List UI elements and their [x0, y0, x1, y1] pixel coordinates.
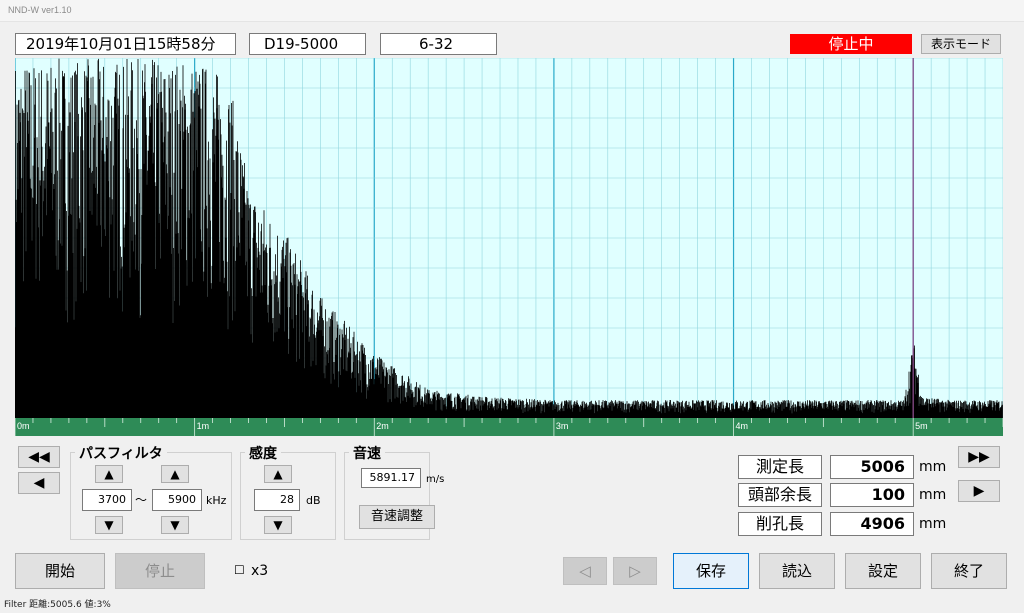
head-margin-unit: mm [919, 487, 947, 503]
load-button[interactable]: 読込 [759, 553, 835, 589]
next-button[interactable]: ▷ [613, 557, 657, 585]
bandpass-low-up-button[interactable]: ▲ [95, 465, 123, 483]
x3-checkbox[interactable]: ☐ [234, 563, 245, 577]
forward-button[interactable]: ▶ [958, 480, 1000, 502]
bandpass-high-input[interactable]: 5900 [152, 489, 202, 511]
rewind-button[interactable]: ◀ [18, 472, 60, 494]
drill-length-label: 削孔長 [738, 512, 822, 536]
distance-scale: 0m 1m 2m 3m 4m 5m [15, 418, 1003, 436]
status-badge: 停止中 [790, 34, 912, 54]
measured-length-value[interactable]: 5006 [830, 455, 914, 479]
start-button[interactable]: 開始 [15, 553, 105, 589]
x3-label: x3 [251, 563, 269, 579]
scale-tick-label: 5m [915, 421, 928, 431]
drill-length-unit: mm [919, 516, 947, 532]
waveform-chart [15, 58, 1003, 418]
window-title: NND-W ver1.10 [8, 5, 72, 15]
display-mode-button[interactable]: 表示モード [921, 34, 1001, 54]
bandpass-unit: kHz [206, 494, 227, 507]
stop-button[interactable]: 停止 [115, 553, 205, 589]
sensitivity-title: 感度 [245, 443, 281, 463]
status-bar: Filter 距離:5005.6 値:3% [4, 600, 111, 610]
drill-length-value[interactable]: 4906 [830, 512, 914, 536]
sensitivity-input[interactable]: 28 [254, 489, 300, 511]
distance-scale-svg: 0m 1m 2m 3m 4m 5m [15, 418, 1003, 436]
prev-button[interactable]: ◁ [563, 557, 607, 585]
sensitivity-up-button[interactable]: ▲ [264, 465, 292, 483]
bandpass-low-down-button[interactable]: ▼ [95, 516, 123, 534]
bandpass-tilde: ～ [135, 493, 148, 507]
scale-tick-label: 2m [376, 421, 389, 431]
scale-tick-label: 1m [197, 421, 210, 431]
head-margin-value[interactable]: 100 [830, 483, 914, 507]
scale-tick-label: 0m [17, 421, 30, 431]
sound-speed-input[interactable]: 5891.17 [361, 468, 421, 488]
sound-speed-adjust-button[interactable]: 音速調整 [359, 505, 435, 529]
sound-speed-unit: m/s [426, 474, 445, 485]
sensitivity-unit: dB [306, 494, 321, 507]
datetime-field: 2019年10月01日15時58分 [15, 33, 236, 55]
scale-tick-label: 3m [556, 421, 569, 431]
scale-tick-label: 4m [736, 421, 749, 431]
sound-speed-title: 音速 [349, 443, 385, 463]
bandpass-low-input[interactable]: 3700 [82, 489, 132, 511]
bar-id-field[interactable]: D19-5000 [249, 33, 366, 55]
settings-button[interactable]: 設定 [845, 553, 921, 589]
head-margin-label: 頭部余長 [738, 483, 822, 507]
measured-length-label: 測定長 [738, 455, 822, 479]
exit-button[interactable]: 終了 [931, 553, 1007, 589]
forward-fast-button[interactable]: ▶▶ [958, 446, 1000, 468]
position-id-field[interactable]: 6-32 [380, 33, 497, 55]
waveform-svg [15, 58, 1003, 418]
rewind-fast-button[interactable]: ◀◀ [18, 446, 60, 468]
sensitivity-down-button[interactable]: ▼ [264, 516, 292, 534]
save-button[interactable]: 保存 [673, 553, 749, 589]
bandpass-title: パスフィルタ [75, 443, 167, 463]
bandpass-high-down-button[interactable]: ▼ [161, 516, 189, 534]
title-bar: NND-W ver1.10 [0, 0, 1024, 22]
bandpass-high-up-button[interactable]: ▲ [161, 465, 189, 483]
measured-length-unit: mm [919, 459, 947, 475]
